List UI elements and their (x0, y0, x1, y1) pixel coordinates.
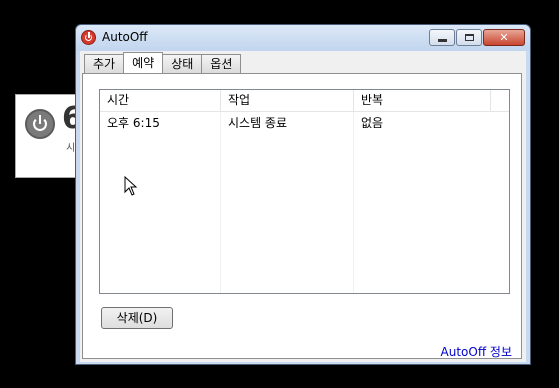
minimize-icon (438, 39, 447, 42)
cell-action: 시스템 종료 (228, 116, 288, 130)
column-header-filler (491, 90, 509, 111)
column-header-time[interactable]: 시간 (100, 90, 221, 111)
title-bar[interactable]: AutoOff ✕ (76, 25, 530, 51)
autooff-window: AutoOff ✕ 추가 예약 상태 옵션 시간 작업 반복 오후 6:15 시… (75, 24, 531, 365)
power-icon (25, 109, 55, 139)
tab-strip: 추가 예약 상태 옵션 (84, 52, 242, 73)
list-header: 시간 작업 반복 (100, 90, 509, 112)
gridline (220, 112, 221, 293)
maximize-button[interactable] (456, 29, 482, 46)
column-header-action[interactable]: 작업 (221, 90, 354, 111)
background-widget: 6 시 (15, 94, 83, 178)
about-link[interactable]: AutoOff 정보 (441, 343, 512, 360)
cell-repeat: 없음 (361, 116, 384, 130)
cell-time: 오후 6:15 (107, 116, 160, 130)
mouse-cursor-icon (124, 176, 138, 196)
close-button[interactable]: ✕ (483, 29, 525, 46)
maximize-icon (465, 34, 474, 41)
tab-schedule[interactable]: 예약 (123, 52, 164, 73)
table-row[interactable]: 오후 6:15 시스템 종료 없음 (100, 113, 509, 133)
close-icon: ✕ (499, 31, 509, 44)
list-gridlines (100, 112, 509, 293)
delete-button[interactable]: 삭제(D) (101, 307, 173, 329)
minimize-button[interactable] (429, 29, 455, 46)
window-title: AutoOff (102, 30, 148, 44)
gridline (353, 112, 354, 293)
tab-status[interactable]: 상태 (162, 54, 203, 73)
column-header-repeat[interactable]: 반복 (354, 90, 491, 111)
schedule-tab-panel: 시간 작업 반복 오후 6:15 시스템 종료 없음 삭제(D) (82, 73, 522, 359)
schedule-list[interactable]: 시간 작업 반복 오후 6:15 시스템 종료 없음 (99, 89, 510, 294)
power-icon (81, 30, 96, 45)
tab-add[interactable]: 추가 (84, 54, 125, 73)
window-client-area: 추가 예약 상태 옵션 시간 작업 반복 오후 6:15 시스템 종료 없음 삭… (80, 51, 526, 362)
tab-options[interactable]: 옵션 (201, 54, 242, 73)
window-controls: ✕ (428, 29, 525, 46)
background-widget-small-text: 시 (66, 143, 76, 154)
